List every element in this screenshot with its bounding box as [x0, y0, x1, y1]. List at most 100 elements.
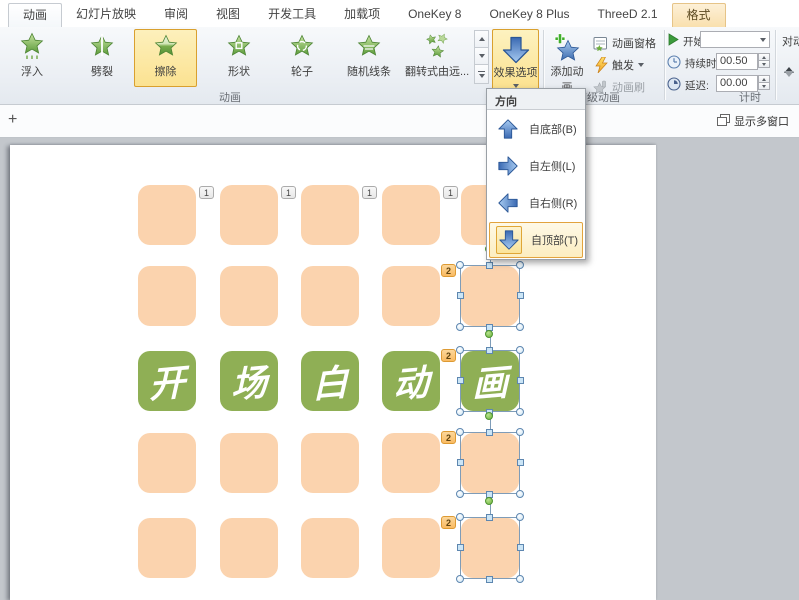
selection-handle[interactable] — [456, 575, 464, 583]
selection-handle[interactable] — [516, 490, 524, 498]
gallery-item-wheel[interactable]: 轮子 — [272, 29, 332, 87]
tab-review[interactable]: 审阅 — [150, 3, 202, 27]
animation-pane-button[interactable]: 动画窗格 — [592, 33, 656, 53]
gallery-item-random-bars[interactable]: 随机线条 — [336, 29, 402, 87]
selection-handle[interactable] — [486, 576, 493, 583]
selection-handle[interactable] — [486, 429, 493, 436]
menu-item-from-right[interactable]: 自右侧(R) — [489, 185, 583, 221]
animation-order-badge-selected[interactable]: 2 — [441, 349, 456, 362]
selection-handle[interactable] — [516, 261, 524, 269]
grid-square[interactable] — [220, 518, 278, 578]
selection-handle[interactable] — [457, 459, 464, 466]
grid-square[interactable] — [382, 433, 440, 493]
selection-handle[interactable] — [516, 575, 524, 583]
gallery-scroll-up-button[interactable] — [474, 30, 489, 48]
grid-square[interactable] — [138, 185, 196, 245]
grid-square[interactable] — [138, 518, 196, 578]
start-combobox[interactable] — [700, 31, 770, 48]
shape-selection-box[interactable] — [460, 432, 520, 494]
grid-square[interactable] — [138, 266, 196, 326]
grid-square[interactable] — [301, 185, 359, 245]
gallery-item-shape[interactable]: 形状 — [209, 29, 269, 87]
grid-square[interactable] — [220, 433, 278, 493]
selection-handle[interactable] — [517, 377, 524, 384]
gallery-item-label: 轮子 — [273, 63, 331, 79]
selection-handle[interactable] — [516, 323, 524, 331]
rotation-handle[interactable] — [485, 497, 493, 505]
tab-onekey8[interactable]: OneKey 8 — [394, 3, 475, 27]
tab-onekey8plus[interactable]: OneKey 8 Plus — [475, 3, 583, 27]
selection-handle[interactable] — [456, 428, 464, 436]
animation-order-badge[interactable]: 1 — [199, 186, 214, 199]
shape-selection-box[interactable] — [460, 350, 520, 412]
gallery-item-flip[interactable]: 翻转式由远... — [404, 29, 470, 87]
selection-handle[interactable] — [456, 513, 464, 521]
grid-square[interactable] — [220, 266, 278, 326]
animation-order-badge-selected[interactable]: 2 — [441, 264, 456, 277]
selection-handle[interactable] — [456, 490, 464, 498]
grid-square-char[interactable]: 场 — [220, 351, 278, 411]
move-later-button[interactable] — [784, 77, 794, 89]
grid-square-char[interactable]: 动 — [382, 351, 440, 411]
tab-slideshow[interactable]: 幻灯片放映 — [62, 3, 150, 27]
selection-handle[interactable] — [516, 428, 524, 436]
shape-selection-box[interactable] — [460, 265, 520, 327]
show-multiple-windows-button[interactable]: 显示多窗口 — [717, 113, 789, 129]
animation-order-badge[interactable]: 1 — [443, 186, 458, 199]
selection-handle[interactable] — [456, 261, 464, 269]
tab-addins[interactable]: 加载项 — [330, 3, 394, 27]
selection-handle[interactable] — [457, 544, 464, 551]
grid-square[interactable] — [138, 433, 196, 493]
grid-square[interactable] — [301, 433, 359, 493]
rotation-handle[interactable] — [485, 412, 493, 420]
grid-square[interactable] — [382, 518, 440, 578]
selection-handle[interactable] — [457, 292, 464, 299]
menu-item-from-bottom[interactable]: 自底部(B) — [489, 111, 583, 147]
gallery-item-wipe[interactable]: 擦除 — [134, 29, 197, 87]
selection-handle[interactable] — [456, 408, 464, 416]
gallery-more-button[interactable] — [474, 64, 489, 84]
gallery-item-float-in[interactable]: 浮入 — [2, 29, 62, 87]
tab-format[interactable]: 格式 — [672, 3, 726, 27]
rotation-handle[interactable] — [485, 330, 493, 338]
selection-handle[interactable] — [516, 346, 524, 354]
gallery-item-split[interactable]: 劈裂 — [72, 29, 132, 87]
tab-view[interactable]: 视图 — [202, 3, 254, 27]
selection-handle[interactable] — [456, 323, 464, 331]
tab-developer[interactable]: 开发工具 — [254, 3, 330, 27]
animation-order-badge-selected[interactable]: 2 — [441, 431, 456, 444]
tab-animation[interactable]: 动画 — [8, 3, 62, 27]
animation-order-badge[interactable]: 1 — [362, 186, 377, 199]
selection-handle[interactable] — [517, 544, 524, 551]
duration-spinner[interactable] — [758, 53, 770, 70]
selection-handle[interactable] — [486, 514, 493, 521]
grid-square[interactable] — [382, 185, 440, 245]
grid-square[interactable] — [382, 266, 440, 326]
shape-selection-box[interactable] — [460, 517, 520, 579]
selection-handle[interactable] — [516, 513, 524, 521]
menu-item-from-top-selected[interactable]: 自顶部(T) — [489, 222, 583, 258]
selection-handle[interactable] — [457, 377, 464, 384]
grid-square[interactable] — [220, 185, 278, 245]
grid-square-char[interactable]: 开 — [138, 351, 196, 411]
move-earlier-button[interactable] — [784, 55, 794, 67]
new-slide-plus-button[interactable]: + — [8, 111, 17, 129]
gallery-scroll-down-button[interactable] — [474, 47, 489, 65]
animation-order-badge[interactable]: 1 — [281, 186, 296, 199]
grid-square[interactable] — [301, 518, 359, 578]
duration-input[interactable]: 00.50 — [716, 53, 758, 70]
selection-handle[interactable] — [486, 347, 493, 354]
menu-item-from-left[interactable]: 自左侧(L) — [489, 148, 583, 184]
trigger-button[interactable]: 触发 — [592, 55, 644, 75]
grid-square-char[interactable]: 白 — [301, 351, 359, 411]
selection-handle[interactable] — [456, 346, 464, 354]
selection-handle[interactable] — [516, 408, 524, 416]
effect-options-menu: 方向 自底部(B) 自左侧(L) 自右侧(R) 自顶部(T) — [486, 88, 586, 260]
grid-square[interactable] — [301, 266, 359, 326]
tab-threed[interactable]: ThreeD 2.1 — [584, 3, 672, 27]
animation-order-badge-selected[interactable]: 2 — [441, 516, 456, 529]
menu-item-label: 自顶部(T) — [531, 232, 578, 248]
selection-handle[interactable] — [486, 262, 493, 269]
selection-handle[interactable] — [517, 459, 524, 466]
selection-handle[interactable] — [517, 292, 524, 299]
